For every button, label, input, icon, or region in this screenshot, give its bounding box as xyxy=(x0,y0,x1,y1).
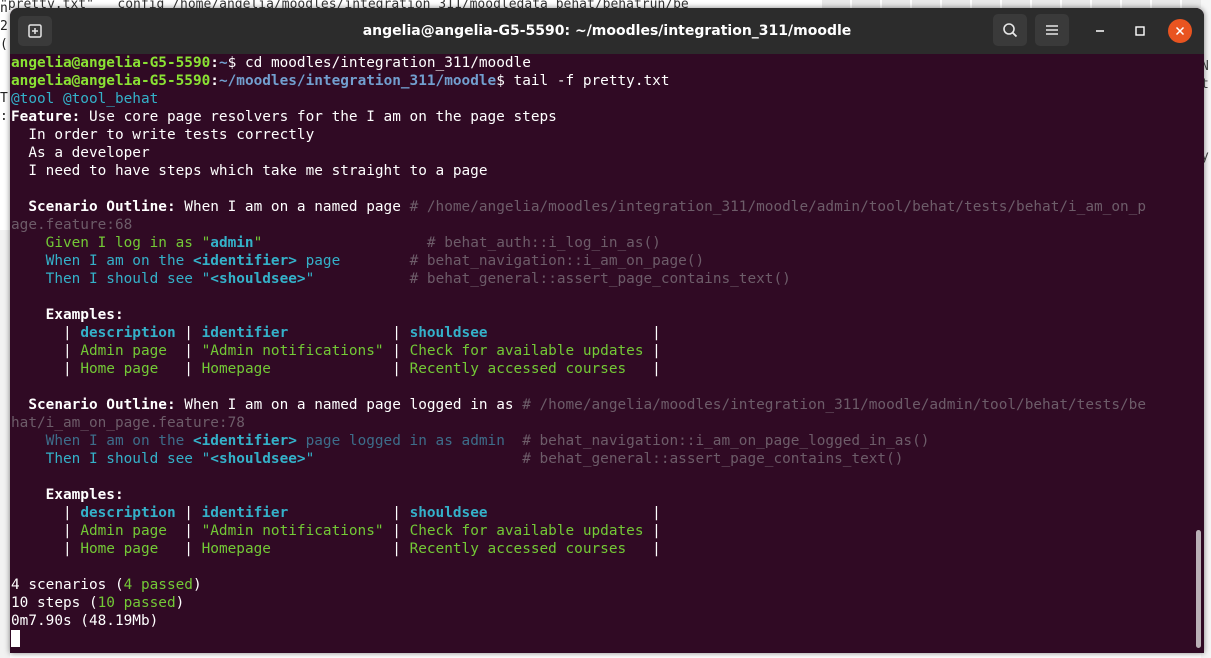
examples-heading: Examples: xyxy=(11,307,124,323)
command-text: cd moodles/integration_311/moodle xyxy=(244,55,531,71)
search-icon xyxy=(1003,23,1018,38)
menu-button[interactable] xyxy=(1035,14,1069,46)
prompt-user: angelia@angelia-G5-5590 xyxy=(11,55,211,71)
new-tab-button[interactable] xyxy=(18,16,52,46)
step-line: When I am on the <identifier> page logge… xyxy=(11,433,930,449)
scenario-path-continuation: age.feature:68 xyxy=(11,217,133,233)
command-text: tail -f pretty.txt xyxy=(513,73,670,89)
narrative-line: I need to have steps which take me strai… xyxy=(11,163,488,179)
terminal-window: angelia@angelia-G5-5590: ~/moodles/integ… xyxy=(10,8,1204,653)
cursor-line[interactable] xyxy=(10,630,1195,648)
examples-header-row: | description | identifier | shouldsee | xyxy=(11,325,661,341)
scrollbar-thumb[interactable] xyxy=(1196,530,1201,648)
summary-scenarios: 4 scenarios (4 passed) xyxy=(11,577,202,593)
terminal-output[interactable]: angelia@angelia-G5-5590:~$ cd moodles/in… xyxy=(10,54,1195,653)
maximize-icon xyxy=(1135,26,1145,36)
search-button[interactable] xyxy=(993,14,1027,46)
narrative-line: In order to write tests correctly xyxy=(11,127,315,143)
summary-steps: 10 steps (10 passed) xyxy=(11,595,185,611)
minimize-button[interactable] xyxy=(1088,19,1112,43)
scrollbar[interactable] xyxy=(1194,54,1204,653)
scenario-path-continuation: hat/i_am_on_page.feature:78 xyxy=(11,415,245,431)
new-tab-icon xyxy=(28,24,42,38)
examples-heading: Examples: xyxy=(11,487,124,503)
background-window-tabs xyxy=(822,0,1211,8)
close-icon xyxy=(1175,26,1185,36)
examples-row: | Home page | Homepage | Recently access… xyxy=(11,541,661,557)
scenario-outline-1: Scenario Outline: When I am on a named p… xyxy=(11,199,1146,215)
hamburger-menu-icon xyxy=(1046,25,1058,35)
scenario-outline-2: Scenario Outline: When I am on a named p… xyxy=(11,397,1146,413)
command-line-2: angelia@angelia-G5-5590:~/moodles/integr… xyxy=(11,73,670,89)
text-cursor xyxy=(11,630,20,647)
examples-row: | Admin page | "Admin notifications" | C… xyxy=(11,523,661,539)
step-line: Given I log in as "admin" # behat_auth::… xyxy=(11,235,661,251)
background-window-edge xyxy=(0,230,10,658)
step-line: Then I should see "<shouldsee>" # behat_… xyxy=(11,451,904,467)
title-bar[interactable]: angelia@angelia-G5-5590: ~/moodles/integ… xyxy=(10,8,1204,54)
examples-row: | Admin page | "Admin notifications" | C… xyxy=(11,343,661,359)
close-button[interactable] xyxy=(1168,19,1192,43)
prompt-user: angelia@angelia-G5-5590 xyxy=(11,73,211,89)
step-line: Then I should see "<shouldsee>" # behat_… xyxy=(11,271,791,287)
step-line: When I am on the <identifier> page # beh… xyxy=(11,253,705,269)
prompt-path: ~ xyxy=(218,55,228,71)
prompt-path: ~/moodles/integration_311/moodle xyxy=(218,73,497,89)
maximize-button[interactable] xyxy=(1128,19,1152,43)
feature-tags: @tool @tool_behat xyxy=(11,91,159,107)
background-window-left-text: n 2 ( T : xyxy=(0,1,8,124)
command-line-1: angelia@angelia-G5-5590:~$ cd moodles/in… xyxy=(11,55,531,71)
examples-header-row: | description | identifier | shouldsee | xyxy=(11,505,661,521)
minimize-icon xyxy=(1096,30,1104,32)
summary-time: 0m7.90s (48.19Mb) xyxy=(11,613,159,629)
feature-line: Feature: Use core page resolvers for the… xyxy=(11,109,557,125)
examples-row: | Home page | Homepage | Recently access… xyxy=(11,361,661,377)
narrative-line: As a developer xyxy=(11,145,150,161)
